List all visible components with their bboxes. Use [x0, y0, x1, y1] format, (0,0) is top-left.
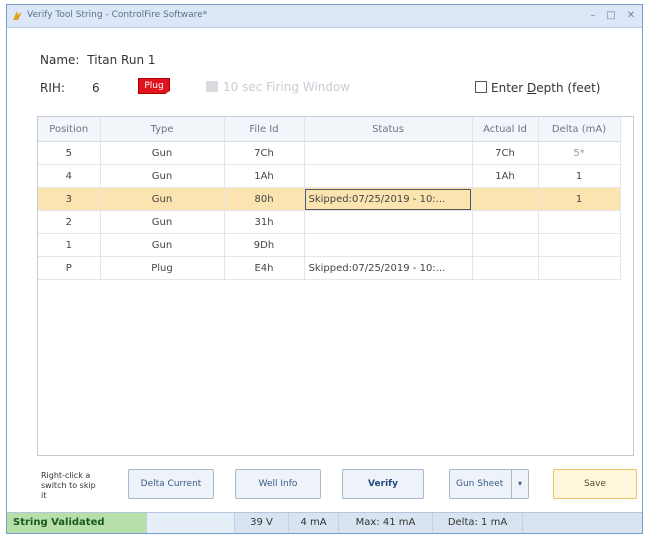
tool-string-grid[interactable]: Position Type File Id Status Actual Id D…	[37, 116, 634, 456]
cell-file-id: 80h	[224, 187, 305, 211]
cell-delta: 1	[538, 187, 621, 211]
cell-actual-id	[472, 210, 539, 234]
name-row: Name: Titan Run 1	[40, 53, 156, 67]
cell-file-id: 7Ch	[224, 141, 305, 165]
table-row[interactable]: P Plug E4h Skipped:07/25/2019 - 10:...	[38, 256, 621, 280]
cell-status[interactable]: Skipped:07/25/2019 - 10:...	[304, 187, 473, 211]
cell-file-id: 9Dh	[224, 233, 305, 257]
cell-type: Gun	[100, 141, 225, 165]
title-bar[interactable]: Verify Tool String - ControlFire Softwar…	[7, 5, 642, 28]
column-header-file-id[interactable]: File Id	[224, 117, 305, 142]
cell-file-id: 31h	[224, 210, 305, 234]
tool-string-table: Position Type File Id Status Actual Id D…	[38, 117, 621, 280]
chevron-down-icon[interactable]: ▾	[511, 470, 528, 498]
column-header-type[interactable]: Type	[100, 117, 225, 142]
rih-label: RIH:	[40, 81, 65, 95]
checkbox-icon[interactable]	[475, 81, 487, 93]
cell-type: Gun	[100, 210, 225, 234]
cell-status	[304, 233, 473, 257]
minimize-button[interactable]: –	[584, 8, 602, 23]
cell-actual-id: 7Ch	[472, 141, 539, 165]
app-icon	[13, 11, 22, 20]
name-value: Titan Run 1	[87, 53, 156, 67]
window-title: Verify Tool String - ControlFire Softwar…	[27, 10, 208, 20]
verify-button[interactable]: Verify	[342, 469, 424, 499]
cell-file-id: E4h	[224, 256, 305, 280]
firing-window-label: 10 sec Firing Window	[223, 80, 351, 94]
cell-type: Gun	[100, 233, 225, 257]
verify-tool-string-window: Verify Tool String - ControlFire Softwar…	[6, 4, 643, 534]
status-delta: Delta: 1 mA	[433, 513, 523, 533]
cell-delta: 1	[538, 164, 621, 188]
table-row-selected[interactable]: 3 Gun 80h Skipped:07/25/2019 - 10:... 1	[38, 187, 621, 211]
cell-status	[304, 141, 473, 165]
skip-hint: Right-click a switch to skip it	[41, 471, 96, 500]
maximize-button[interactable]: □	[602, 8, 620, 23]
cell-status	[304, 164, 473, 188]
column-header-actual-id[interactable]: Actual Id	[472, 117, 539, 142]
table-row[interactable]: 2 Gun 31h	[38, 210, 621, 234]
column-header-status[interactable]: Status	[304, 117, 473, 142]
cell-file-id: 1Ah	[224, 164, 305, 188]
name-label: Name:	[40, 53, 80, 67]
cell-delta	[538, 256, 621, 280]
status-bar: String Validated 39 V 4 mA Max: 41 mA De…	[7, 512, 642, 533]
table-header-row: Position Type File Id Status Actual Id D…	[38, 117, 621, 142]
column-header-position[interactable]: Position	[38, 117, 101, 142]
firing-window-icon	[206, 81, 218, 92]
save-button[interactable]: Save	[553, 469, 637, 499]
rih-value: 6	[92, 81, 100, 95]
cell-position: 1	[38, 233, 101, 257]
well-info-button[interactable]: Well Info	[235, 469, 321, 499]
cell-position: 5	[38, 141, 101, 165]
table-row[interactable]: 1 Gun 9Dh	[38, 233, 621, 257]
cell-position: 4	[38, 164, 101, 188]
cell-delta	[538, 210, 621, 234]
cell-actual-id	[472, 187, 539, 211]
table-row[interactable]: 5 Gun 7Ch 7Ch 5*	[38, 141, 621, 165]
status-max-current: Max: 41 mA	[339, 513, 433, 533]
cell-status: Skipped:07/25/2019 - 10:...	[304, 256, 473, 280]
column-header-delta[interactable]: Delta (mA)	[538, 117, 621, 142]
status-current: 4 mA	[289, 513, 339, 533]
status-validated: String Validated	[7, 513, 147, 533]
status-voltage: 39 V	[235, 513, 289, 533]
plug-badge: Plug	[138, 78, 170, 94]
cell-type: Gun	[100, 164, 225, 188]
cell-position: 3	[38, 187, 101, 211]
cell-position: 2	[38, 210, 101, 234]
enter-depth-checkbox[interactable]: Enter Depth (feet)	[475, 81, 600, 95]
gun-sheet-button[interactable]: Gun Sheet ▾	[449, 469, 529, 499]
cell-actual-id: 1Ah	[472, 164, 539, 188]
delta-current-button[interactable]: Delta Current	[128, 469, 214, 499]
firing-window-button[interactable]: 10 sec Firing Window	[206, 80, 350, 94]
gun-sheet-label: Gun Sheet	[456, 479, 504, 489]
status-blank-segment	[147, 513, 235, 533]
cell-position: P	[38, 256, 101, 280]
cell-type: Plug	[100, 256, 225, 280]
cell-actual-id	[472, 233, 539, 257]
rih-row: RIH: 6	[40, 81, 100, 95]
cell-type: Gun	[100, 187, 225, 211]
cell-actual-id	[472, 256, 539, 280]
cell-delta: 5*	[538, 141, 621, 165]
close-button[interactable]: ✕	[622, 8, 640, 23]
cell-delta	[538, 233, 621, 257]
table-row[interactable]: 4 Gun 1Ah 1Ah 1	[38, 164, 621, 188]
cell-status	[304, 210, 473, 234]
